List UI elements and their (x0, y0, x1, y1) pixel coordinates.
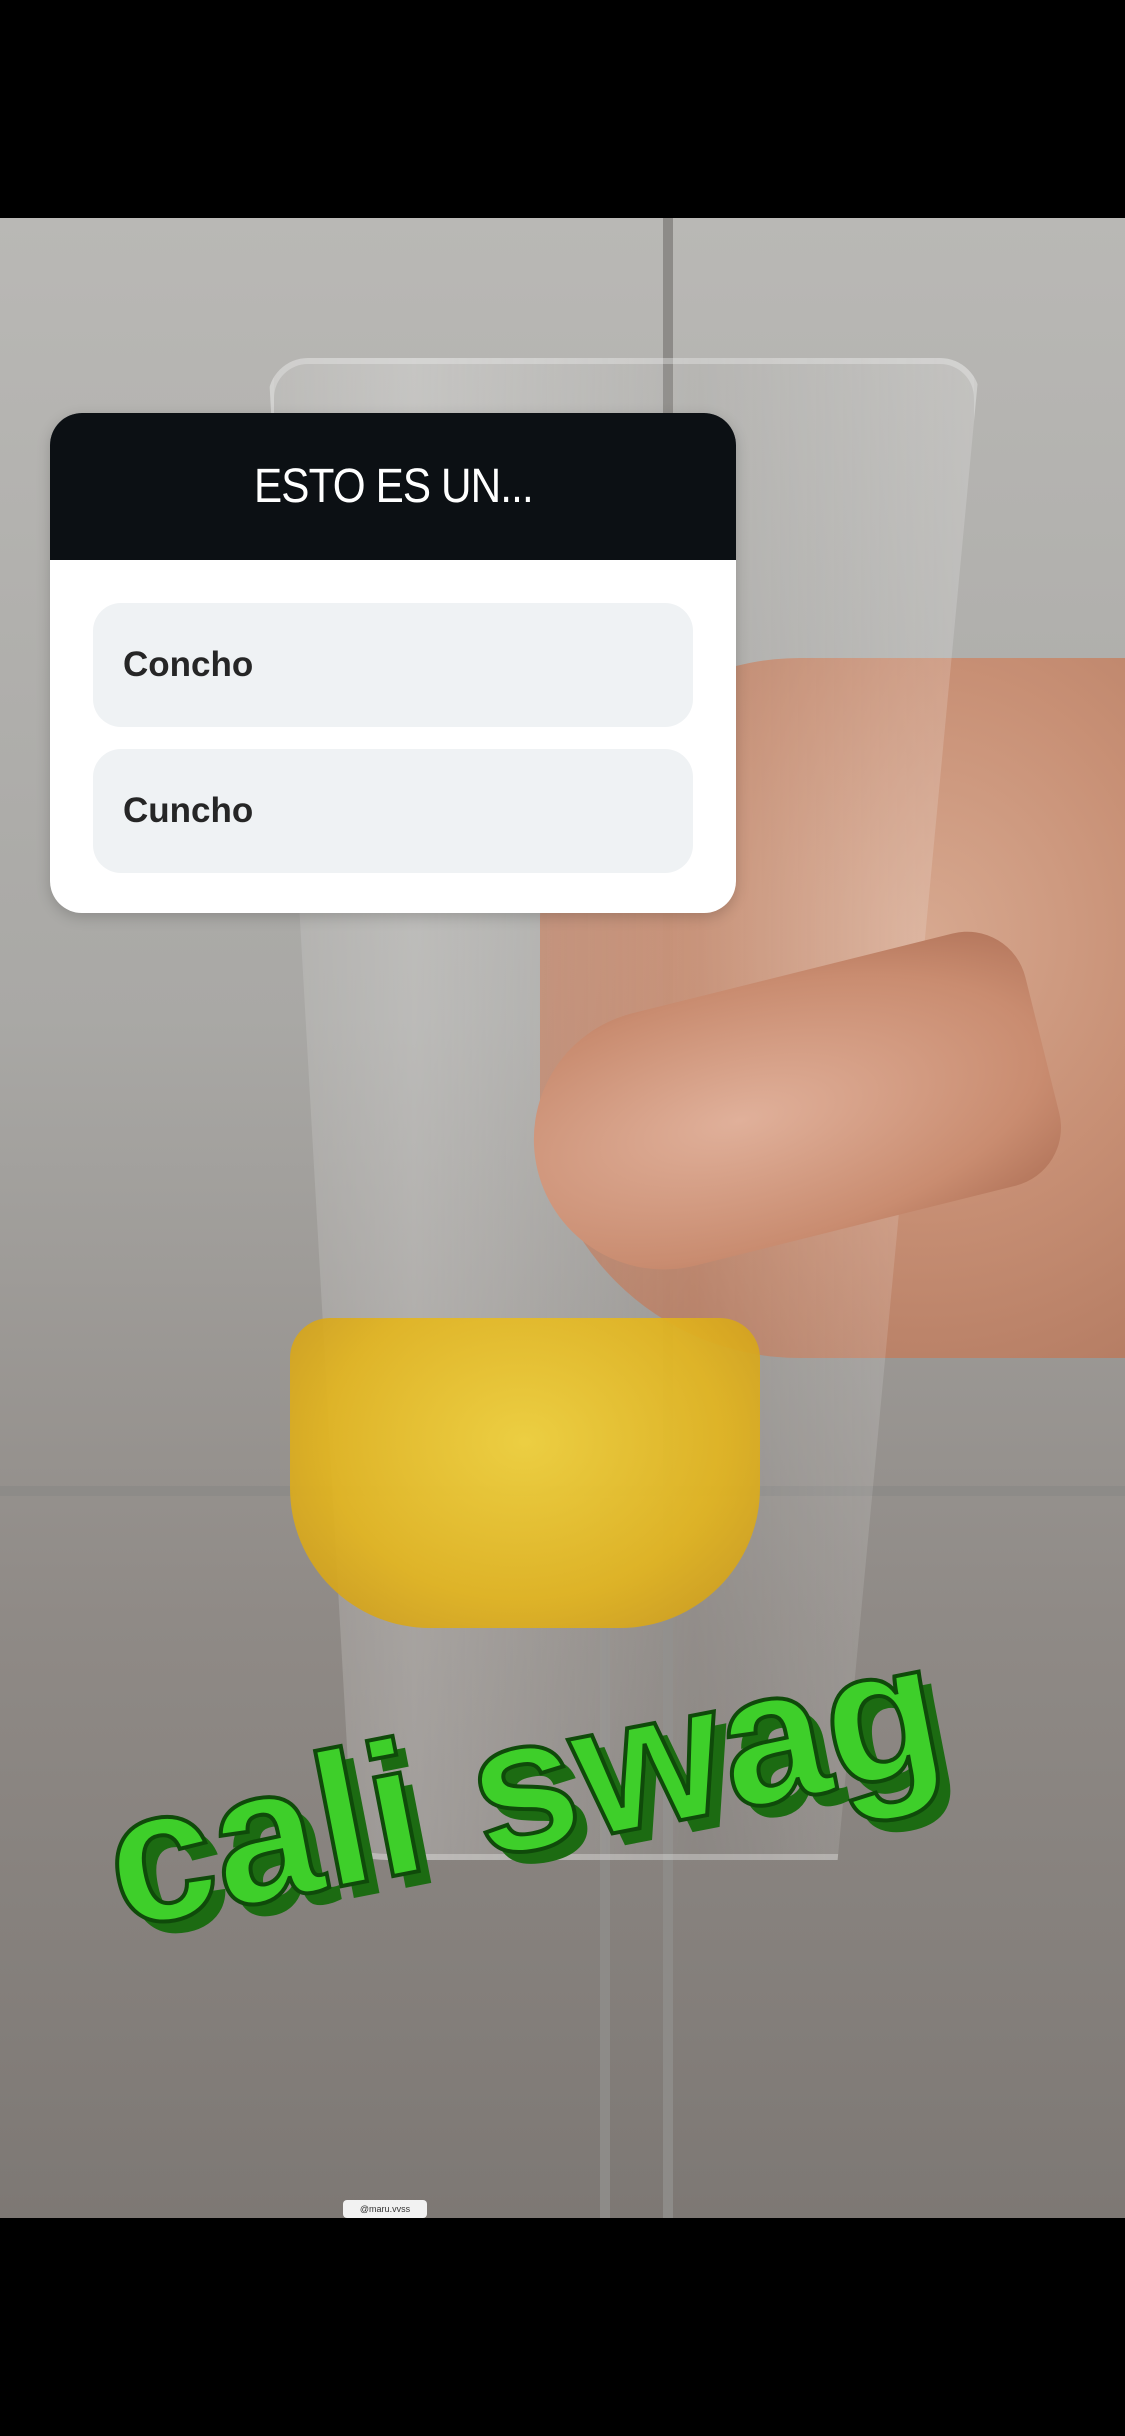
poll-question: ESTO ES UN... (253, 460, 534, 513)
poll-header: ESTO ES UN... (50, 413, 736, 560)
poll-option-label: Concho (123, 645, 254, 684)
username-credit: @maru.vvss (343, 2200, 427, 2218)
poll-sticker[interactable]: ESTO ES UN... Concho Cuncho (50, 413, 736, 913)
bottom-letterbox (0, 2218, 1125, 2436)
cali-swag-sticker[interactable]: cali swag cali swag (55, 1570, 1085, 1981)
cali-swag-graphic: cali swag cali swag (86, 1598, 970, 1981)
poll-option-cuncho[interactable]: Cuncho (93, 749, 693, 873)
sticker-text: cali swag (88, 1600, 958, 1969)
top-letterbox (0, 0, 1125, 218)
poll-option-label: Cuncho (123, 791, 254, 830)
poll-option-concho[interactable]: Concho (93, 603, 693, 727)
